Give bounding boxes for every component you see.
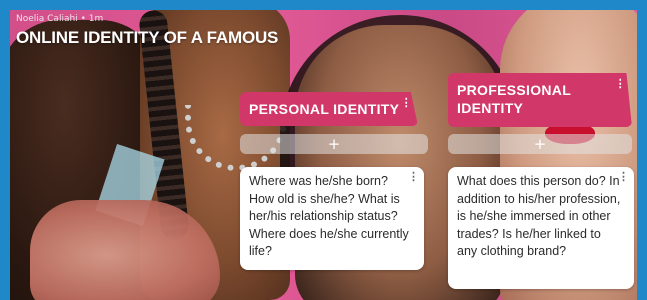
post-card-text: What does this person do? In addition to… [457,174,621,258]
padlet-board: Noelia Caliahi • 1m ONLINE IDENTITY OF A… [10,10,637,300]
kebab-menu-icon[interactable]: ⋮ [618,172,629,183]
post-card-text: Where was he/she born? How old is she/he… [249,174,409,258]
kebab-menu-icon[interactable]: ⋮ [401,98,412,109]
post-card[interactable]: What does this person do? In addition to… [448,167,634,289]
kebab-menu-icon[interactable]: ⋮ [615,79,626,90]
kebab-menu-icon[interactable]: ⋮ [408,172,419,183]
post-time: 1m [88,14,104,24]
board-title: ONLINE IDENTITY OF A FAMOUS [16,28,279,47]
add-post-button[interactable]: + [240,134,428,154]
board-frame: Noelia Caliahi • 1m ONLINE IDENTITY OF A… [0,0,647,300]
author-name: Noelia Caliahi [16,14,78,24]
add-post-button[interactable]: + [448,134,632,154]
meta-separator: • [80,14,89,24]
post-meta: Noelia Caliahi • 1m [16,14,103,24]
plus-icon: + [327,135,341,153]
post-card[interactable]: Where was he/she born? How old is she/he… [240,167,424,270]
column-header-personal-identity[interactable]: PERSONAL IDENTITY ⋮ [240,92,418,126]
column-header-professional-identity[interactable]: PROFESSIONAL IDENTITY ⋮ [448,73,632,127]
plus-icon: + [533,135,547,153]
column-title: PERSONAL IDENTITY [249,101,400,117]
column-title: PROFESSIONAL IDENTITY [457,82,571,116]
